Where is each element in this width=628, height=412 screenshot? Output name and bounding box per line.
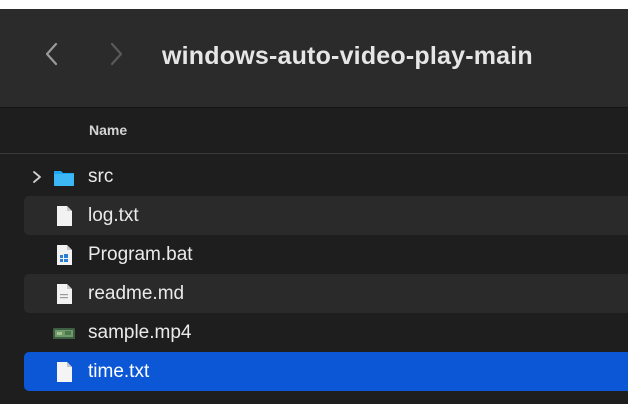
list-item-log-txt[interactable]: log.txt: [24, 196, 628, 235]
list-item-program-bat[interactable]: Program.bat: [24, 235, 628, 274]
file-name: sample.mp4: [88, 322, 192, 343]
folder-icon: [54, 171, 74, 186]
text-file-icon: [57, 362, 72, 382]
list-item-readme-md[interactable]: readme.md: [24, 274, 628, 313]
file-list: src log.txt Program.bat readme.md sample…: [24, 157, 628, 391]
file-name: time.txt: [88, 361, 150, 382]
toolbar: windows-auto-video-play-main: [0, 9, 628, 108]
file-name: src: [88, 166, 114, 187]
video-file-icon: [53, 328, 75, 339]
back-button[interactable]: [40, 39, 64, 69]
file-name: readme.md: [88, 283, 185, 304]
file-name: log.txt: [88, 205, 139, 226]
column-header: Name: [0, 108, 628, 154]
list-item-time-txt[interactable]: time.txt: [24, 352, 628, 391]
disclosure-triangle-icon[interactable]: [31, 170, 43, 184]
forward-button[interactable]: [104, 39, 128, 69]
text-file-icon: [57, 206, 72, 226]
batch-file-icon: [57, 245, 72, 265]
chevron-right-icon: [110, 42, 123, 66]
file-name: Program.bat: [88, 244, 193, 265]
markdown-file-icon: [57, 284, 72, 304]
list-item-src[interactable]: src: [24, 157, 628, 196]
window-title: windows-auto-video-play-main: [162, 42, 533, 70]
column-header-name[interactable]: Name: [89, 122, 127, 138]
list-item-sample-mp4[interactable]: sample.mp4: [24, 313, 628, 352]
chevron-left-icon: [45, 42, 58, 66]
